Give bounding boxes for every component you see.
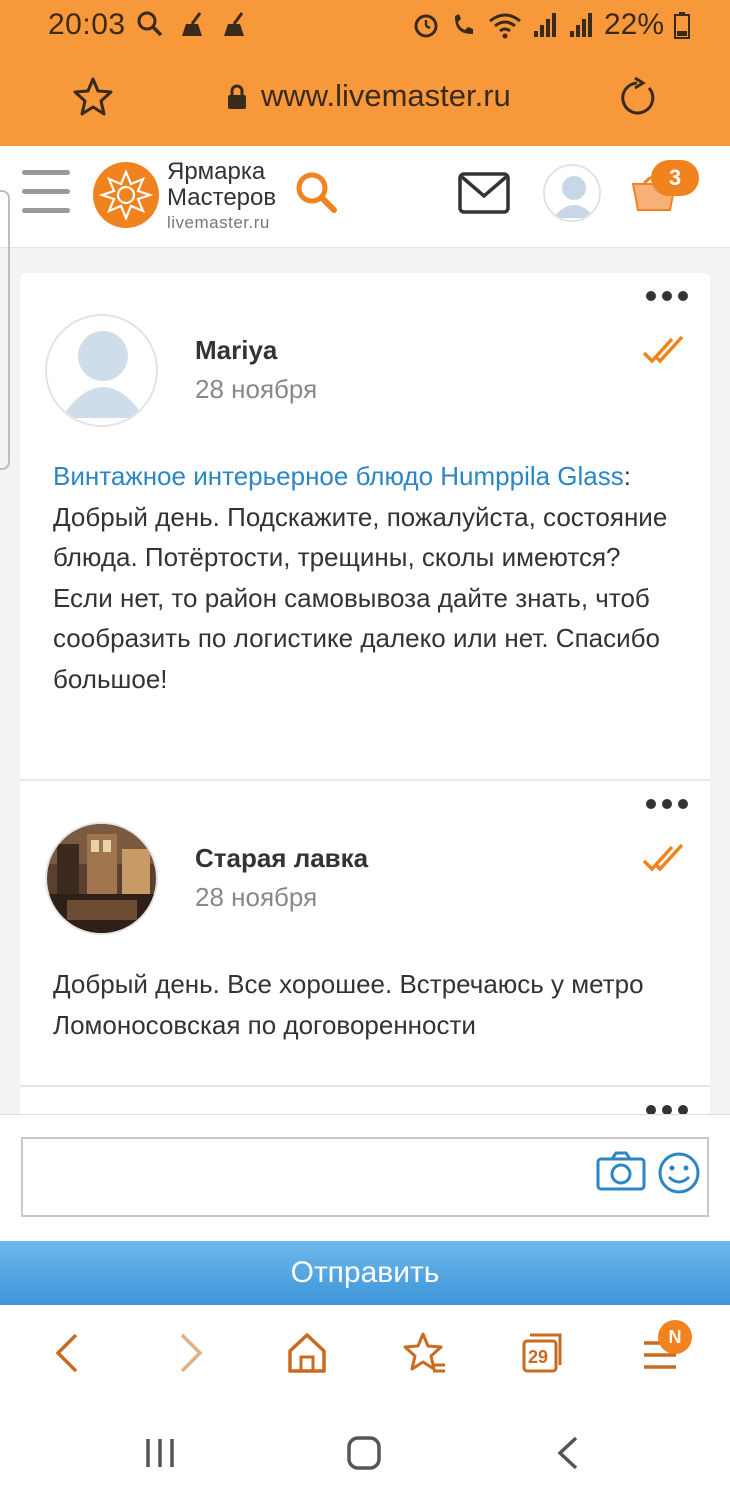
bookmark-star-icon[interactable] bbox=[72, 76, 114, 118]
author-avatar[interactable] bbox=[45, 314, 158, 427]
hamburger-menu-icon[interactable] bbox=[22, 170, 70, 216]
wifi-icon bbox=[489, 13, 521, 39]
browser-bottom-nav: 29 bbox=[0, 1305, 730, 1405]
wifi-call-icon bbox=[454, 14, 473, 34]
logo-text[interactable]: Ярмарка Мастеров livemaster.ru bbox=[167, 158, 277, 232]
shop-photo-icon bbox=[47, 824, 156, 933]
message-date: 28 ноября bbox=[195, 882, 318, 912]
alarm-icon bbox=[414, 14, 438, 38]
author-avatar[interactable] bbox=[45, 822, 158, 935]
emoji-icon[interactable] bbox=[657, 1151, 701, 1195]
mail-icon[interactable] bbox=[458, 172, 510, 214]
battery-icon bbox=[674, 12, 690, 39]
back-arrow-icon[interactable] bbox=[52, 1331, 82, 1375]
forward-arrow-icon[interactable] bbox=[176, 1331, 206, 1375]
bookmarks-star-icon[interactable] bbox=[403, 1331, 447, 1375]
product-link[interactable]: Винтажное интерьерное блюдо Humppila Gla… bbox=[53, 461, 624, 491]
system-back-icon[interactable] bbox=[554, 1435, 582, 1471]
signal-icon-2 bbox=[569, 13, 592, 37]
cleaner-icon-2 bbox=[224, 12, 244, 36]
user-placeholder-icon bbox=[61, 331, 145, 418]
more-options-icon[interactable] bbox=[646, 291, 688, 301]
url-text[interactable]: www.livemaster.ru bbox=[261, 78, 511, 114]
battery-percent: 22% bbox=[603, 8, 664, 41]
user-placeholder-icon bbox=[553, 176, 595, 218]
compose-area bbox=[0, 1114, 730, 1242]
status-notification-icons bbox=[136, 10, 248, 38]
message-text: Добрый день. Все хорошее. Встречаюсь у м… bbox=[53, 969, 644, 1040]
logo-line2: Мастеров bbox=[167, 184, 277, 211]
lock-icon bbox=[228, 84, 246, 109]
message-body: Добрый день. Все хорошее. Встречаюсь у м… bbox=[53, 964, 683, 1045]
link-suffix: : bbox=[623, 461, 632, 491]
send-button[interactable]: Отправить bbox=[0, 1241, 730, 1305]
site-header: Ярмарка Мастеров livemaster.ru bbox=[0, 146, 730, 248]
message-card: Старая лавка 28 ноября Добрый день. Все … bbox=[20, 781, 710, 1087]
menu-notification-badge: N bbox=[658, 1320, 692, 1354]
camera-icon[interactable] bbox=[596, 1151, 646, 1191]
home-button-icon[interactable] bbox=[346, 1435, 382, 1471]
message-card-partial bbox=[20, 1087, 710, 1114]
reload-icon[interactable] bbox=[615, 76, 659, 120]
android-nav-bar bbox=[0, 1405, 730, 1500]
message-author[interactable]: Mariya bbox=[195, 335, 277, 366]
message-author[interactable]: Старая лавка bbox=[195, 843, 368, 874]
logo-line1: Ярмарка bbox=[167, 158, 266, 185]
status-bar: 20:03 22% bbox=[0, 0, 730, 48]
home-icon[interactable] bbox=[286, 1331, 328, 1375]
status-time: 20:03 bbox=[48, 8, 126, 41]
cleaner-icon bbox=[182, 12, 202, 36]
more-options-icon[interactable] bbox=[646, 1105, 688, 1114]
logo-sun-icon[interactable] bbox=[93, 162, 159, 228]
read-double-check-icon bbox=[642, 335, 684, 364]
message-date: 28 ноября bbox=[195, 374, 318, 404]
tabs-button[interactable]: 29 bbox=[522, 1331, 562, 1375]
recent-apps-icon[interactable] bbox=[144, 1435, 176, 1471]
user-avatar[interactable] bbox=[543, 164, 601, 222]
messages-list: Mariya 28 ноября Винтажное интерьерное б… bbox=[0, 248, 730, 1114]
message-body: Винтажное интерьерное блюдо Humppila Gla… bbox=[53, 456, 683, 699]
message-card: Mariya 28 ноября Винтажное интерьерное б… bbox=[20, 273, 710, 781]
cart-count-badge: 3 bbox=[651, 160, 699, 196]
message-text: Добрый день. Подскажите, пожалуйста, сос… bbox=[53, 501, 668, 694]
browser-url-bar: www.livemaster.ru bbox=[0, 48, 730, 146]
more-options-icon[interactable] bbox=[646, 799, 688, 809]
search-notification-icon bbox=[137, 11, 163, 37]
signal-icon bbox=[533, 13, 556, 37]
tabs-count: 29 bbox=[527, 1347, 549, 1367]
read-double-check-icon bbox=[642, 843, 684, 872]
side-panel-handle[interactable] bbox=[0, 190, 10, 470]
search-icon[interactable] bbox=[294, 170, 340, 216]
status-right: 22% bbox=[412, 8, 690, 42]
logo-subtitle: livemaster.ru bbox=[167, 213, 270, 232]
